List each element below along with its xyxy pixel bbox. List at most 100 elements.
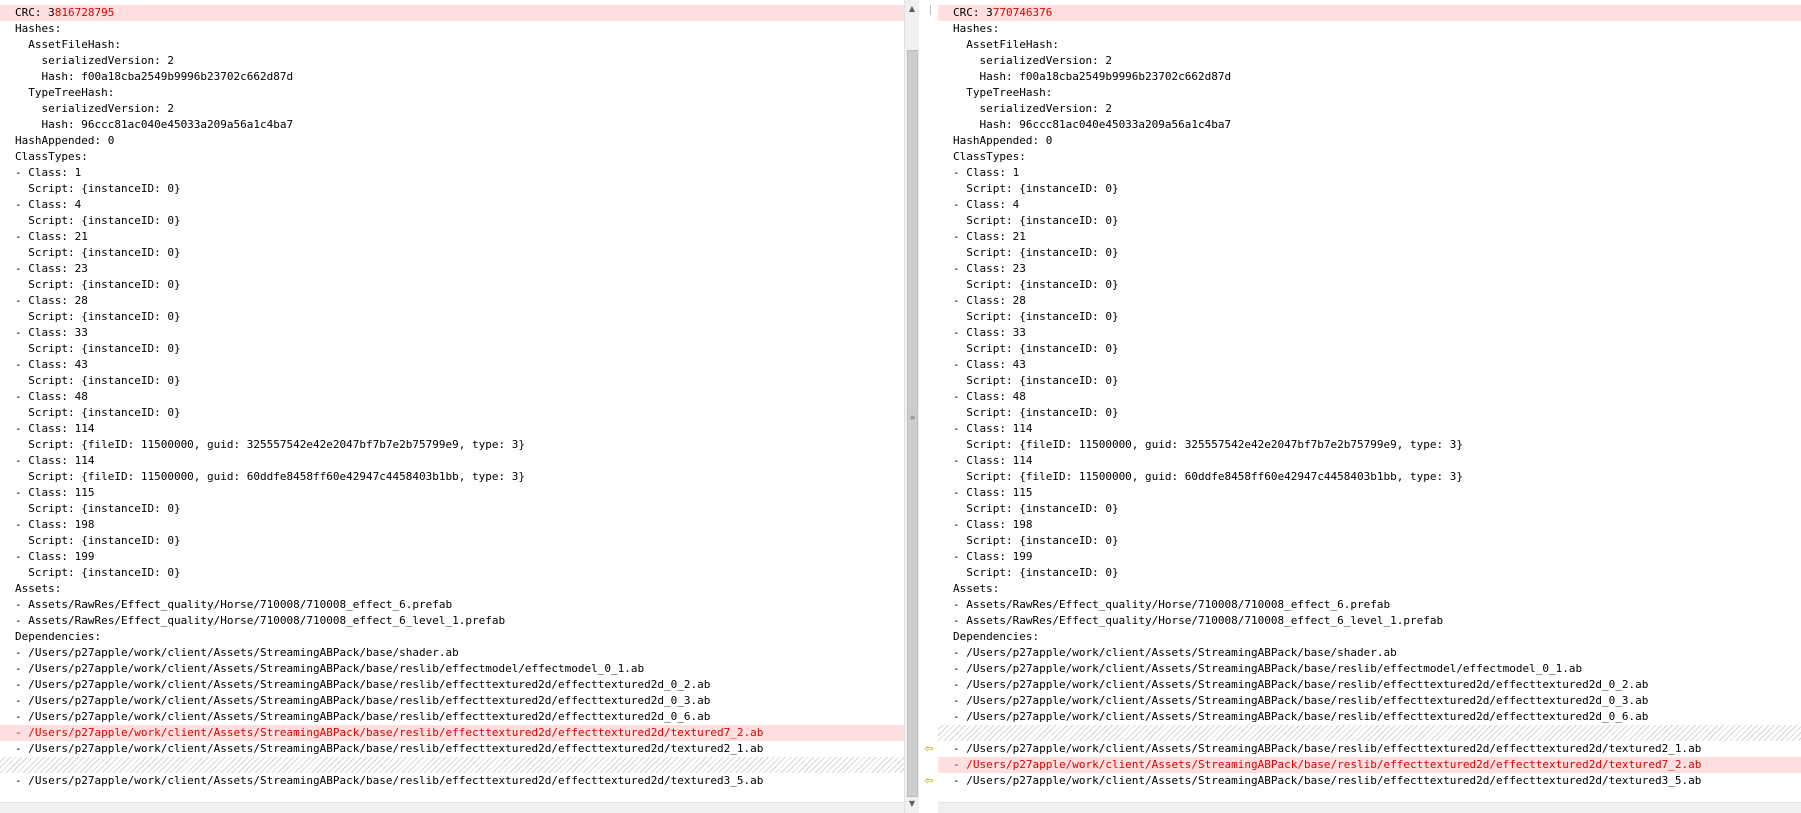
text-line: - Class: 114 [0, 421, 904, 437]
scroll-down-arrow-icon[interactable]: ▼ [905, 797, 919, 811]
left-vertical-scrollbar[interactable]: ▲ ≡ ▼ [904, 0, 920, 813]
text-line: Hashes: [0, 21, 904, 37]
line-text: Script: {fileID: 11500000, guid: 60ddfe8… [953, 470, 1463, 483]
line-text: Script: {instanceID: 0} [15, 182, 181, 195]
text-line: - Assets/RawRes/Effect_quality/Horse/710… [0, 597, 904, 613]
text-line: - /Users/p27apple/work/client/Assets/Str… [0, 677, 904, 693]
text-line: HashAppended: 0 [0, 133, 904, 149]
text-line: - Assets/RawRes/Effect_quality/Horse/710… [938, 613, 1801, 629]
text-line: serializedVersion: 2 [0, 53, 904, 69]
text-line: - Class: 33 [938, 325, 1801, 341]
text-line: Script: {instanceID: 0} [938, 213, 1801, 229]
text-line: Dependencies: [938, 629, 1801, 645]
line-text: AssetFileHash: [953, 38, 1059, 51]
line-text: Script: {instanceID: 0} [953, 342, 1119, 355]
line-text: - Class: 48 [15, 390, 88, 403]
text-line: Dependencies: [0, 629, 904, 645]
line-text: Assets: [953, 582, 1000, 595]
text-line: Script: {instanceID: 0} [938, 501, 1801, 517]
text-line: Script: {instanceID: 0} [938, 565, 1801, 581]
text-line: Script: {instanceID: 0} [0, 373, 904, 389]
line-text: - Class: 199 [953, 550, 1033, 563]
right-diff-pane[interactable]: CRC: 3770746376 Hashes: AssetFileHash: se… [938, 0, 1801, 813]
line-text: - Class: 33 [953, 326, 1026, 339]
line-text: serializedVersion: 2 [953, 102, 1112, 115]
text-line: Script: {instanceID: 0} [938, 373, 1801, 389]
line-text: Script: {instanceID: 0} [953, 406, 1119, 419]
line-text: Script: {fileID: 11500000, guid: 3255575… [953, 438, 1463, 451]
text-line: - Class: 198 [0, 517, 904, 533]
text-line: ClassTypes: [0, 149, 904, 165]
line-text: - Class: 115 [953, 486, 1033, 499]
text-line: - Class: 21 [938, 229, 1801, 245]
left-crc-value: 816728795 [54, 6, 115, 19]
text-line: Script: {instanceID: 0} [0, 245, 904, 261]
line-text: - Class: 43 [953, 358, 1026, 371]
line-text: Script: {instanceID: 0} [953, 182, 1119, 195]
text-line: Script: {fileID: 11500000, guid: 3255575… [938, 437, 1801, 453]
scroll-thumb[interactable]: ≡ [907, 50, 918, 797]
text-line: - Class: 1 [0, 165, 904, 181]
line-text: Script: {instanceID: 0} [15, 310, 181, 323]
text-line: Script: {instanceID: 0} [0, 277, 904, 293]
scroll-up-arrow-icon[interactable]: ▲ [905, 2, 919, 16]
line-text: - Class: 28 [953, 294, 1026, 307]
line-text: - Class: 115 [15, 486, 95, 499]
text-line: - Class: 198 [938, 517, 1801, 533]
line-text: Hash: 96ccc81ac040e45033a209a56a1c4ba7 [953, 118, 1232, 131]
text-line: - /Users/p27apple/work/client/Assets/Str… [938, 773, 1801, 789]
text-line: Script: {fileID: 11500000, guid: 60ddfe8… [0, 469, 904, 485]
text-line: Script: {instanceID: 0} [0, 213, 904, 229]
text-line: Script: {instanceID: 0} [938, 245, 1801, 261]
line-text: - Class: 23 [15, 262, 88, 275]
text-line: - Class: 4 [938, 197, 1801, 213]
text-line: - /Users/p27apple/work/client/Assets/Str… [938, 677, 1801, 693]
text-line: - Class: 33 [0, 325, 904, 341]
text-line: Script: {instanceID: 0} [938, 533, 1801, 549]
line-text: Script: {instanceID: 0} [15, 246, 181, 259]
left-crc-line: CRC: 3816728795 [0, 5, 904, 21]
right-line-list: CRC: 3770746376 Hashes: AssetFileHash: se… [938, 5, 1801, 789]
line-text: Script: {instanceID: 0} [953, 214, 1119, 227]
copy-left-arrow-icon[interactable]: ⇦ [922, 743, 936, 755]
line-text: Script: {instanceID: 0} [953, 310, 1119, 323]
text-line: Script: {instanceID: 0} [0, 565, 904, 581]
line-text: - /Users/p27apple/work/client/Assets/Str… [953, 742, 1702, 755]
line-text: Hash: 96ccc81ac040e45033a209a56a1c4ba7 [15, 118, 294, 131]
text-line: Script: {instanceID: 0} [938, 277, 1801, 293]
line-text: - Class: 114 [15, 422, 95, 435]
left-diff-pane[interactable]: CRC: 3816728795 Hashes: AssetFileHash: se… [0, 0, 904, 813]
line-text: - Class: 48 [953, 390, 1026, 403]
line-text: Script: {instanceID: 0} [953, 566, 1119, 579]
line-text: - /Users/p27apple/work/client/Assets/Str… [15, 742, 764, 755]
line-text: - Assets/RawRes/Effect_quality/Horse/710… [15, 614, 506, 627]
line-text: - /Users/p27apple/work/client/Assets/Str… [953, 678, 1649, 691]
text-line: Script: {instanceID: 0} [0, 181, 904, 197]
left-horizontal-scrollbar[interactable] [0, 802, 904, 813]
line-text: Script: {instanceID: 0} [953, 534, 1119, 547]
text-line: - Class: 114 [938, 453, 1801, 469]
line-text: TypeTreeHash: [953, 86, 1053, 99]
text-line: - Class: 199 [0, 549, 904, 565]
text-line: - Class: 23 [0, 261, 904, 277]
line-text: - Assets/RawRes/Effect_quality/Horse/710… [953, 598, 1391, 611]
line-text: - Class: 43 [15, 358, 88, 371]
text-line: Hash: 96ccc81ac040e45033a209a56a1c4ba7 [0, 117, 904, 133]
line-text: Hashes: [15, 22, 62, 35]
text-line: - /Users/p27apple/work/client/Assets/Str… [0, 661, 904, 677]
line-text: Script: {instanceID: 0} [15, 278, 181, 291]
diff-gap-line [0, 757, 904, 773]
text-line: Script: {instanceID: 0} [938, 405, 1801, 421]
line-text: TypeTreeHash: [15, 86, 115, 99]
text-line: Script: {instanceID: 0} [938, 309, 1801, 325]
line-text: Script: {instanceID: 0} [15, 406, 181, 419]
text-line: Hash: f00a18cba2549b9996b23702c662d87d [0, 69, 904, 85]
line-text: - Class: 21 [15, 230, 88, 243]
line-text: Hashes: [953, 22, 1000, 35]
line-text: HashAppended: 0 [953, 134, 1053, 147]
text-line: - Class: 4 [0, 197, 904, 213]
text-line: Hash: 96ccc81ac040e45033a209a56a1c4ba7 [938, 117, 1801, 133]
right-horizontal-scrollbar[interactable] [938, 802, 1801, 813]
line-text: - Class: 114 [15, 454, 95, 467]
copy-left-arrow-icon[interactable]: ⇦ [922, 775, 936, 787]
